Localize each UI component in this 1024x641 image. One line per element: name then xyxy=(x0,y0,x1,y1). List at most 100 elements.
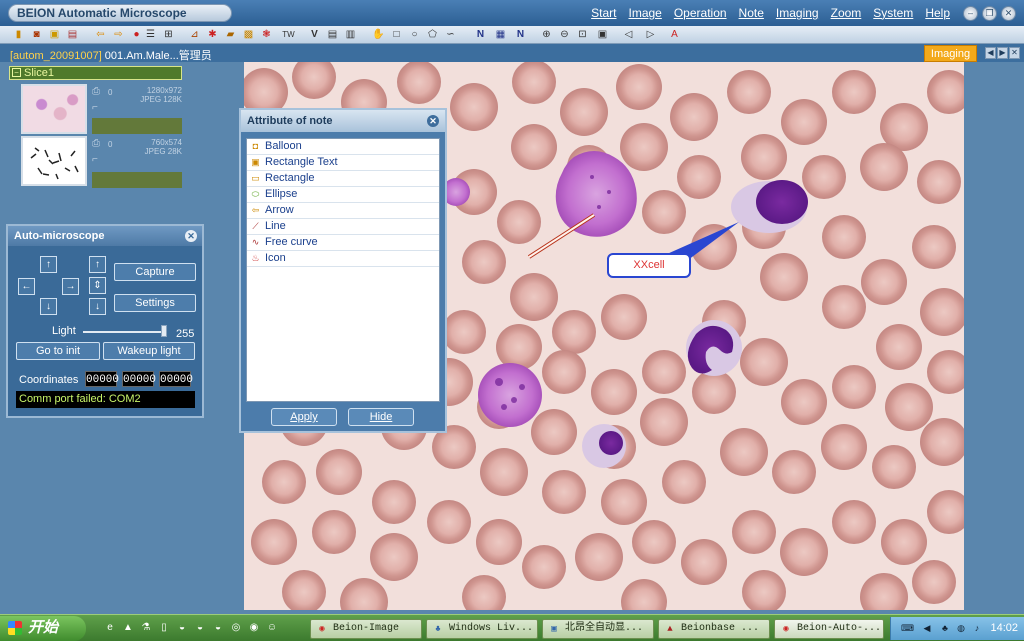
menu-note[interactable]: Note xyxy=(739,6,764,20)
hide-button[interactable]: Hide xyxy=(348,408,414,426)
close-icon[interactable]: ✕ xyxy=(1001,6,1016,21)
open-icon[interactable]: ▮ xyxy=(12,28,25,41)
disk2-icon[interactable]: ◒ xyxy=(194,622,206,634)
disk1-icon[interactable]: ◒ xyxy=(176,622,188,634)
move-up-button[interactable]: ↑ xyxy=(40,256,57,273)
menu-start[interactable]: Start xyxy=(591,6,616,20)
list-item-free-curve[interactable]: ∿ Free curve xyxy=(247,235,439,251)
list-item-icon[interactable]: ♨ Icon xyxy=(247,251,439,267)
task-windows-live[interactable]: ♣ Windows Liv... xyxy=(426,619,538,639)
globe-icon[interactable]: ◎ xyxy=(230,622,242,634)
move-down-button[interactable]: ↓ xyxy=(40,298,57,315)
back-icon[interactable]: ⇦ xyxy=(94,28,107,41)
light-slider-track[interactable] xyxy=(83,331,167,333)
balloon-annotation[interactable]: XXcell xyxy=(607,253,691,278)
thumbnail-2[interactable] xyxy=(21,136,87,186)
move-right-button[interactable]: → xyxy=(62,278,79,295)
list-item-ellipse[interactable]: ⬭ Ellipse xyxy=(247,187,439,203)
menu-imaging[interactable]: Imaging xyxy=(776,6,819,20)
settings-button[interactable]: Settings xyxy=(114,294,196,312)
layout-icon[interactable]: ⊞ xyxy=(162,28,175,41)
media-icon[interactable]: ◉ xyxy=(248,622,260,634)
tab-prev-icon[interactable]: ◀ xyxy=(985,47,996,59)
zoom-in-icon[interactable]: ⊕ xyxy=(540,28,553,41)
zoom-actual-icon[interactable]: ▣ xyxy=(596,28,609,41)
focus-up-button[interactable]: ↑ xyxy=(89,256,106,273)
prev-field-icon[interactable]: ◁ xyxy=(622,28,635,41)
task-beion-auto-cn[interactable]: ▣ 北昂全自动显... xyxy=(542,619,654,639)
forward-icon[interactable]: ⇨ xyxy=(112,28,125,41)
tool-icon[interactable]: ✱ xyxy=(206,28,219,41)
go-to-init-button[interactable]: Go to init xyxy=(16,342,100,360)
menu-help[interactable]: Help xyxy=(925,6,950,20)
tab-imaging[interactable]: Imaging xyxy=(924,45,977,62)
grid-icon[interactable]: ▦ xyxy=(494,28,507,41)
list-item-rectangle[interactable]: ▭ Rectangle xyxy=(247,171,439,187)
disk3-icon[interactable]: ◒ xyxy=(212,622,224,634)
ie-icon[interactable]: e xyxy=(104,622,116,634)
doc-quicklaunch-icon[interactable]: ▯ xyxy=(158,622,170,634)
messenger-icon[interactable]: ☺ xyxy=(266,622,278,634)
menu-operation[interactable]: Operation xyxy=(674,6,727,20)
ellipse-tool-icon[interactable]: ○ xyxy=(408,28,421,41)
back-arrow-icon[interactable]: ◀ xyxy=(921,622,933,634)
close-icon[interactable]: ✕ xyxy=(185,230,197,242)
wakeup-light-button[interactable]: Wakeup light xyxy=(103,342,195,360)
thumbnail-1[interactable] xyxy=(21,84,87,134)
close-icon[interactable]: ✕ xyxy=(427,115,439,127)
note-dialog-header: Attribute of note ✕ xyxy=(241,110,445,132)
tw-icon[interactable]: TW xyxy=(282,28,295,41)
menu-zoom[interactable]: Zoom xyxy=(831,6,862,20)
print-icon[interactable]: ▤ xyxy=(66,28,79,41)
panel-icon[interactable]: ▤ xyxy=(326,28,339,41)
menu-system[interactable]: System xyxy=(873,6,913,20)
save-icon[interactable]: ◙ xyxy=(30,28,43,41)
antivirus-icon[interactable]: ◍ xyxy=(955,622,967,634)
record-icon[interactable]: ● xyxy=(130,28,143,41)
apply-button[interactable]: Apply xyxy=(271,408,337,426)
measure-icon[interactable]: ⊿ xyxy=(188,28,201,41)
app-quicklaunch-icon[interactable]: ▲ xyxy=(122,622,134,634)
beaker-icon[interactable]: ⚗ xyxy=(140,622,152,634)
keyboard-icon[interactable]: ⌨ xyxy=(901,622,914,634)
list-item-rectangle-text[interactable]: ▣ Rectangle Text xyxy=(247,155,439,171)
polygon-tool-icon[interactable]: ⬠ xyxy=(426,28,439,41)
zoom-out-icon[interactable]: ⊖ xyxy=(558,28,571,41)
tab-next-icon[interactable]: ▶ xyxy=(997,47,1008,59)
next-field-icon[interactable]: ▷ xyxy=(644,28,657,41)
slice-node[interactable]: − Slice1 xyxy=(9,66,182,80)
rectangle-tool-icon[interactable]: □ xyxy=(390,28,403,41)
curve-tool-icon[interactable]: ∽ xyxy=(444,28,457,41)
task-beion-image[interactable]: ◉ Beion-Image xyxy=(310,619,422,639)
hand-icon[interactable]: ✋ xyxy=(372,28,385,41)
export-icon[interactable]: ▣ xyxy=(48,28,61,41)
n2-icon[interactable]: N xyxy=(514,28,527,41)
task-beion-auto[interactable]: ◉ Beion-Auto-... xyxy=(774,619,884,639)
list-icon[interactable]: ☰ xyxy=(144,28,157,41)
tab-close-icon[interactable]: ✕ xyxy=(1009,47,1020,59)
restore-icon[interactable]: ❐ xyxy=(982,6,997,21)
minimize-icon[interactable]: – xyxy=(963,6,978,21)
task-beionbase[interactable]: ▲ Beionbase ... xyxy=(658,619,770,639)
expand-icon[interactable]: − xyxy=(12,68,21,77)
volume-icon[interactable]: ♪ xyxy=(971,622,983,634)
v-icon[interactable]: V xyxy=(308,28,321,41)
list-item-arrow[interactable]: ⇦ Arrow xyxy=(247,203,439,219)
light-slider-thumb[interactable] xyxy=(161,325,167,337)
zoom-fit-icon[interactable]: ⊡ xyxy=(576,28,589,41)
list-item-balloon[interactable]: ◘ Balloon xyxy=(247,139,439,155)
focus-step-button[interactable]: ⇕ xyxy=(89,277,106,294)
network-icon[interactable]: ♣ xyxy=(939,622,951,634)
document-icon[interactable]: ▥ xyxy=(344,28,357,41)
folder-icon[interactable]: ▰ xyxy=(224,28,237,41)
text-tool-icon[interactable]: A xyxy=(668,28,681,41)
focus-down-button[interactable]: ↓ xyxy=(89,298,106,315)
move-left-button[interactable]: ← xyxy=(18,278,35,295)
image-icon[interactable]: ▩ xyxy=(242,28,255,41)
list-item-line[interactable]: ⟋ Line xyxy=(247,219,439,235)
menu-image[interactable]: Image xyxy=(628,6,661,20)
start-button[interactable]: 开始 xyxy=(0,616,86,641)
settings-tool-icon[interactable]: ❃ xyxy=(260,28,273,41)
n-icon[interactable]: N xyxy=(474,28,487,41)
capture-button[interactable]: Capture xyxy=(114,263,196,281)
